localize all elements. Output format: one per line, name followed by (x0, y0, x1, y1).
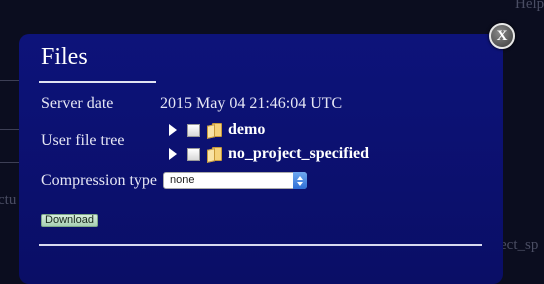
close-button[interactable]: X (489, 23, 515, 49)
tree-item-demo: demo (169, 121, 265, 139)
tree-item-checkbox[interactable] (187, 123, 200, 137)
folder-icon (207, 122, 222, 139)
background-divider (0, 162, 20, 163)
tree-item-name[interactable]: no_project_specified (228, 145, 369, 163)
background-divider (0, 80, 20, 81)
download-button[interactable]: Download (41, 214, 98, 227)
tree-item-checkbox[interactable] (187, 147, 200, 161)
server-date-value: 2015 May 04 21:46:04 UTC (160, 95, 343, 112)
tree-item-no-project-specified: no_project_specified (169, 145, 369, 163)
select-arrows-icon (293, 172, 307, 189)
title-divider (39, 81, 156, 83)
background-text-fragment: ctu (0, 192, 17, 208)
expand-arrow-icon[interactable] (169, 124, 177, 136)
background-text-fragment: ect_sp (500, 237, 539, 253)
server-date-label: Server date (41, 95, 114, 112)
dialog-title: Files (41, 44, 88, 70)
files-dialog: Files Server date 2015 May 04 21:46:04 U… (19, 34, 503, 284)
bottom-divider (39, 244, 482, 246)
tree-item-name[interactable]: demo (228, 121, 265, 139)
compression-selected-value: none (170, 174, 195, 186)
compression-type-label: Compression type (41, 172, 157, 189)
background-divider (0, 129, 20, 130)
file-tree-label: User file tree (41, 132, 125, 149)
background-help-link[interactable]: Help (515, 0, 544, 13)
folder-icon (207, 146, 222, 163)
expand-arrow-icon[interactable] (169, 148, 177, 160)
compression-type-select[interactable]: none (163, 172, 307, 189)
